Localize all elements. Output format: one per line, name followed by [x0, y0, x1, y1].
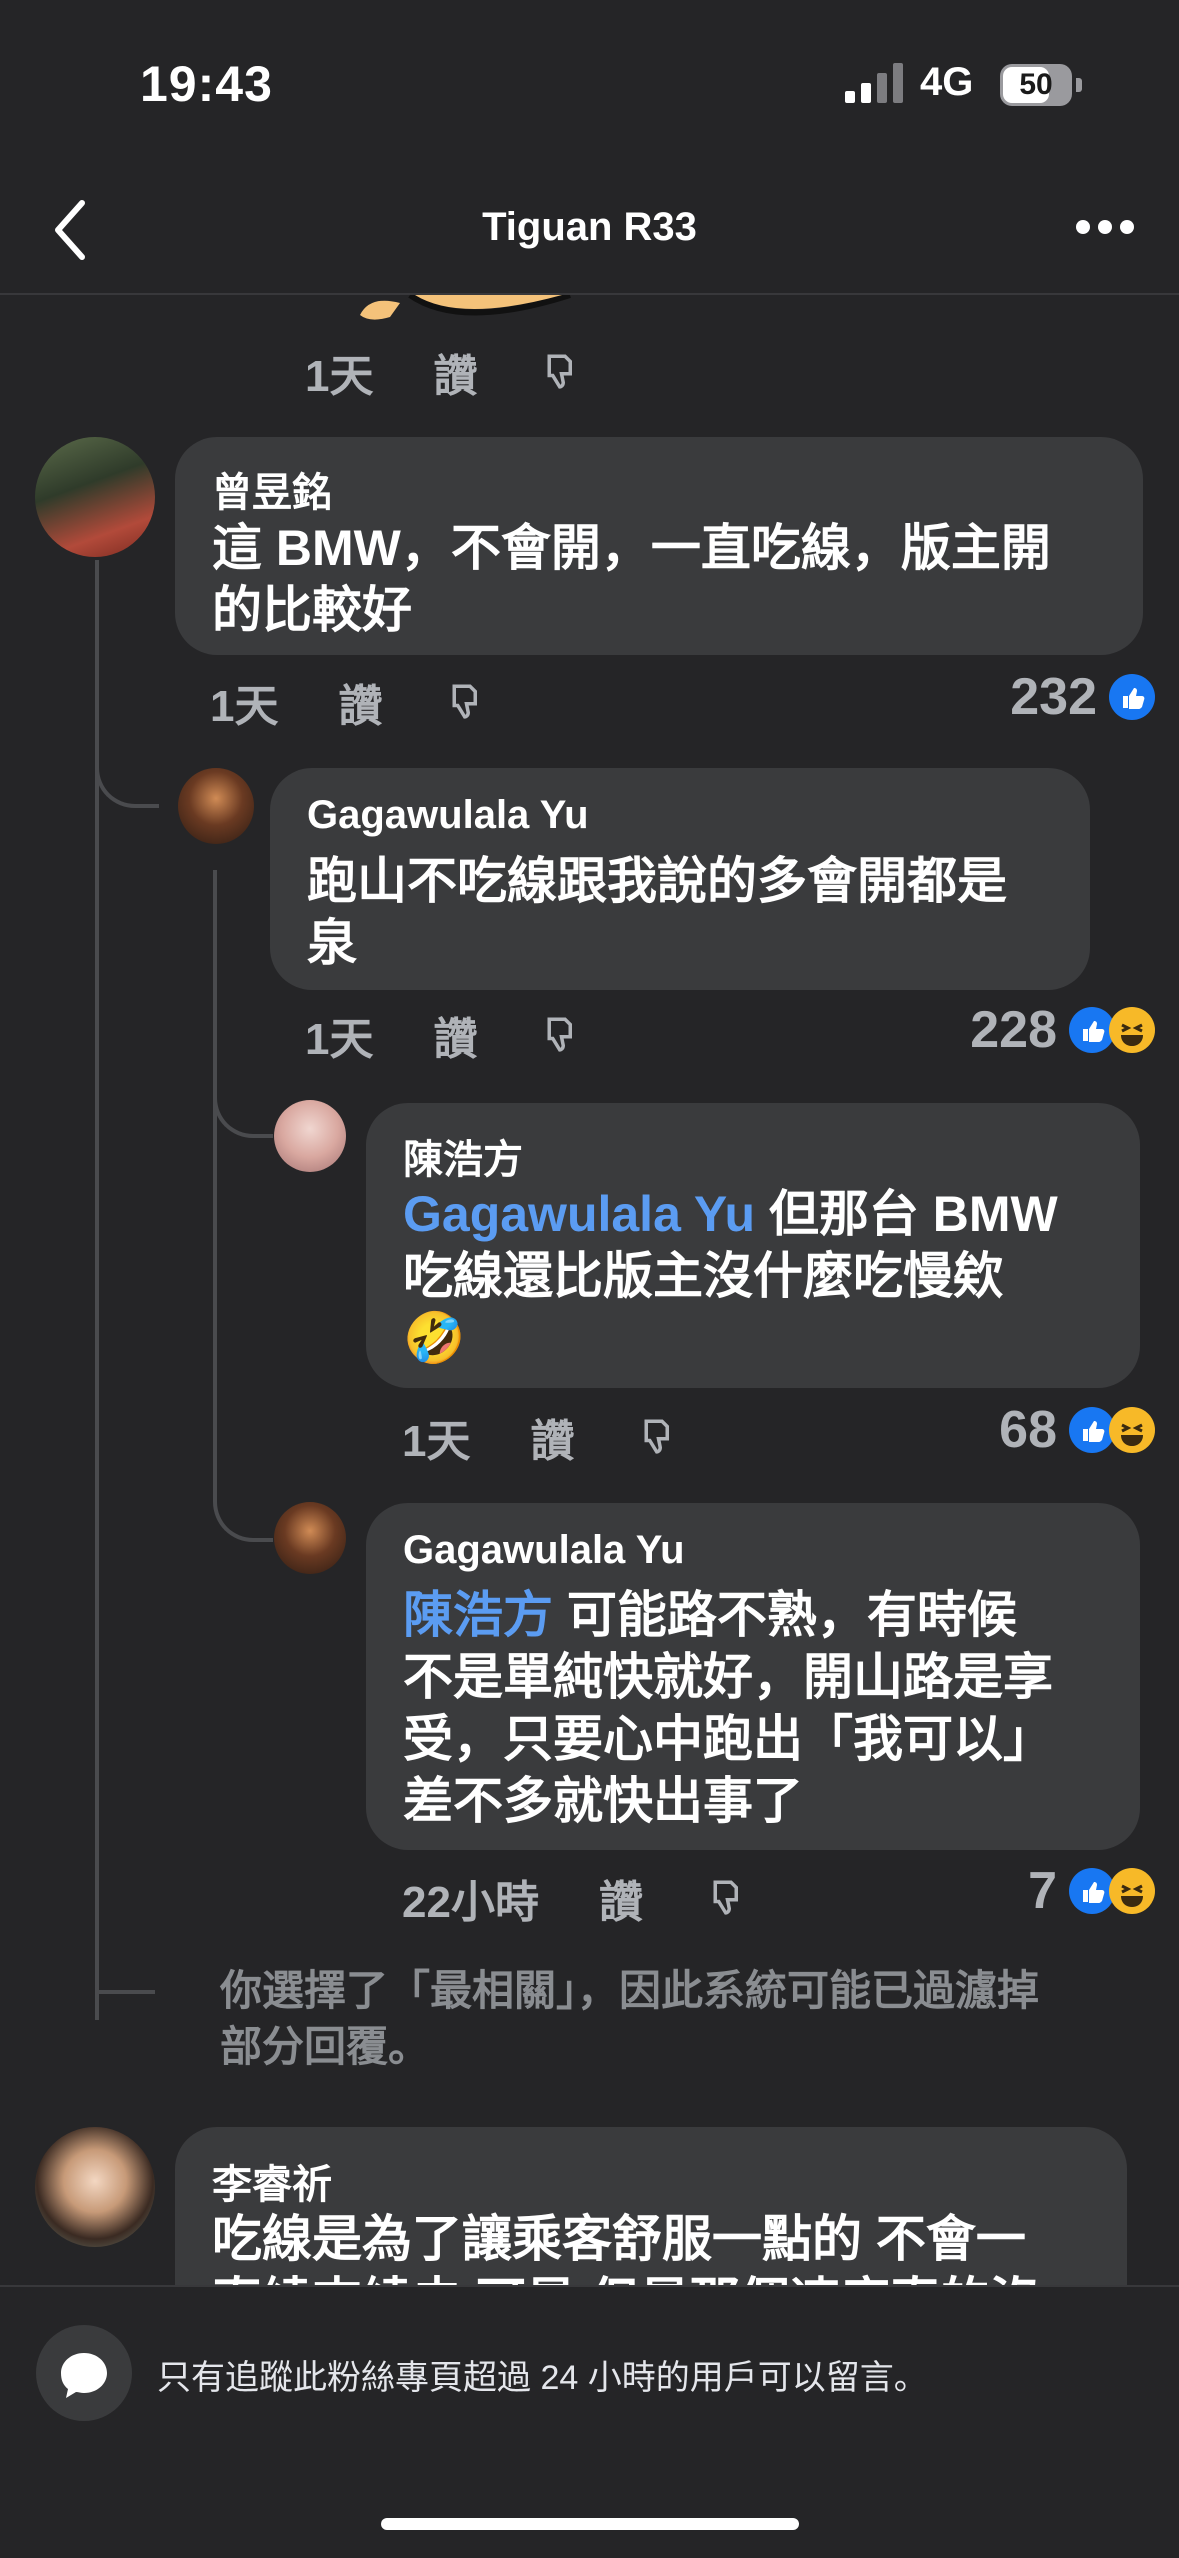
like-button[interactable]: 讚 — [338, 670, 382, 734]
like-button[interactable]: 讚 — [433, 1003, 477, 1067]
emoji: 🤣 — [403, 1310, 466, 1366]
comment-meta: 1天 讚 — [210, 670, 484, 734]
mention-link[interactable]: 陳浩方 — [403, 1587, 553, 1643]
comment-author[interactable]: Gagawulala Yu — [403, 1528, 685, 1573]
haha-reaction-icon — [1109, 1868, 1155, 1914]
comment-text-line: 差不多就快出事了 — [403, 1773, 803, 1829]
thread-branch — [95, 1990, 155, 1994]
haha-reaction-icon — [1109, 1407, 1155, 1453]
comment-time: 1天 — [210, 682, 279, 731]
comment-time: 1天 — [305, 352, 374, 401]
comment-text-line: 這 BMW，不會開，一直吃線，版主開 — [212, 520, 1051, 576]
like-button[interactable]: 讚 — [433, 340, 477, 404]
comment-text-line: Gagawulala Yu 但那台 BMW — [403, 1183, 1058, 1245]
dislike-icon[interactable] — [442, 681, 484, 723]
filter-notice-line: 你選擇了「最相關」，因此系統可能已過濾掉 — [220, 1967, 1040, 2014]
comment-time: 1天 — [402, 1417, 471, 1466]
comment-meta: 1天 讚 — [305, 340, 579, 404]
comment-text-line: 陳浩方 可能路不熟，有時候 — [403, 1584, 1017, 1646]
mention-link[interactable]: Gagawulala Yu — [403, 1186, 755, 1242]
comment-restriction-text: 只有追蹤此粉絲專頁超過 24 小時的用戶可以留言。 — [157, 2359, 928, 2397]
dislike-icon[interactable] — [703, 1877, 745, 1919]
comment-meta: 1天 讚 — [305, 1003, 579, 1067]
comment-text-line: 跑山不吃線跟我說的多會開都是 — [307, 853, 1007, 909]
reaction-count[interactable]: 228 — [970, 1000, 1155, 1060]
thread-branch — [213, 1060, 273, 1138]
like-button[interactable]: 讚 — [530, 1405, 574, 1469]
thread-branch — [95, 740, 159, 808]
sticker-image — [360, 295, 571, 320]
network-label: 4G — [920, 60, 974, 104]
status-time: 19:43 — [140, 56, 273, 112]
comment-text-line: 吃線還比版主沒什麼吃慢欸 — [403, 1248, 1003, 1304]
avatar[interactable] — [274, 1100, 346, 1172]
battery-tip — [1076, 78, 1082, 92]
comment-text-line: 吃線是為了讓乘客舒服一點的 不會一 — [212, 2211, 1026, 2267]
avatar[interactable] — [274, 1502, 346, 1574]
home-indicator[interactable] — [381, 2518, 799, 2530]
page-title: Tiguan R33 — [482, 205, 697, 249]
header-divider — [0, 293, 1179, 295]
like-reaction-icon — [1109, 674, 1155, 720]
reaction-number: 7 — [1028, 1862, 1057, 1920]
avatar[interactable] — [35, 2127, 155, 2247]
like-button[interactable]: 讚 — [599, 1866, 643, 1930]
comment-author[interactable]: 李睿祈 — [212, 2152, 332, 2210]
signal-icon — [845, 63, 903, 103]
thread-branch — [213, 1460, 273, 1542]
avatar[interactable] — [35, 437, 155, 557]
comment-text-line: 不是單純快就好，開山路是享 — [403, 1649, 1053, 1705]
filter-notice-line: 部分回覆。 — [220, 2023, 431, 2070]
comment-meta: 1天 讚 — [402, 1405, 676, 1469]
battery-icon: 50 — [1000, 64, 1072, 106]
comment-author[interactable]: 曾昱銘 — [212, 460, 332, 518]
filter-notice: 你選擇了「最相關」，因此系統可能已過濾掉 部分回覆。 — [220, 1963, 1039, 2075]
comment-text: 可能路不熟，有時候 — [553, 1587, 1017, 1643]
haha-reaction-icon — [1109, 1007, 1155, 1053]
dislike-icon[interactable] — [634, 1416, 676, 1458]
dislike-icon[interactable] — [537, 351, 579, 393]
reaction-number: 228 — [970, 1001, 1057, 1059]
comment-text-line: 的比較好 — [212, 582, 412, 638]
comment-time: 1天 — [305, 1015, 374, 1064]
comment-time: 22小時 — [402, 1878, 539, 1927]
reaction-count[interactable]: 7 — [1028, 1861, 1155, 1921]
comment-text-line: 受，只要心中跑出「我可以」 — [403, 1711, 1053, 1767]
reaction-count[interactable]: 232 — [1010, 667, 1155, 727]
chat-bubble-icon — [36, 2325, 132, 2421]
battery-level: 50 — [1019, 68, 1053, 101]
thread-line — [213, 870, 217, 1500]
comment-text-line: 泉 — [307, 915, 357, 971]
dislike-icon[interactable] — [537, 1014, 579, 1056]
reaction-count[interactable]: 68 — [999, 1400, 1155, 1460]
comment-author[interactable]: 陳浩方 — [403, 1127, 523, 1185]
more-icon[interactable] — [1075, 218, 1135, 236]
comment-text: 但那台 BMW — [755, 1186, 1058, 1242]
reaction-number: 232 — [1010, 668, 1097, 726]
comment-meta: 22小時 讚 — [402, 1866, 745, 1930]
comment-author[interactable]: Gagawulala Yu — [307, 793, 589, 838]
reaction-number: 68 — [999, 1401, 1057, 1459]
avatar[interactable] — [178, 768, 254, 844]
